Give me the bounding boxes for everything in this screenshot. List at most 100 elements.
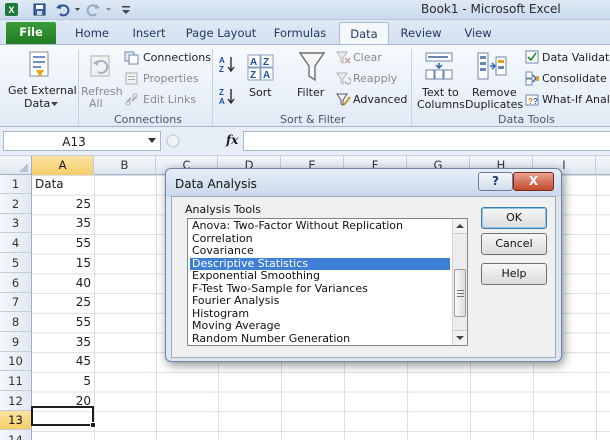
refresh-icon (90, 55, 110, 77)
cell-a11[interactable]: 5 (32, 372, 91, 391)
close-icon[interactable]: X (513, 172, 554, 191)
row-header-10[interactable]: 10 (0, 352, 31, 372)
save-icon[interactable] (32, 2, 47, 17)
row-header-8[interactable]: 8 (0, 313, 31, 332)
list-item-moving-average[interactable]: Moving Average (190, 319, 450, 333)
refresh-all-button[interactable]: Refresh All (81, 48, 123, 110)
tab-insert[interactable]: Insert (124, 24, 174, 44)
svg-text:Z: Z (219, 65, 224, 73)
filter-funnel-icon (298, 52, 326, 82)
reapply-icon (336, 72, 351, 85)
tab-data[interactable]: Data (339, 22, 389, 45)
column-header-b[interactable]: B (94, 156, 156, 175)
cell-a2[interactable]: 25 (32, 195, 91, 214)
sort-a-to-z-icon[interactable]: AZ (218, 55, 236, 73)
advanced-button[interactable]: Advanced (336, 92, 407, 108)
connections-button[interactable]: Connections (124, 50, 211, 66)
chevron-down-icon[interactable] (148, 138, 156, 143)
list-item-covariance[interactable]: Covariance (190, 244, 450, 258)
help-button[interactable]: Help (481, 263, 547, 285)
sort-button[interactable]: AZZA Sort (241, 48, 281, 110)
get-external-data-label-2: Data (24, 97, 51, 110)
text-to-columns-icon (425, 52, 453, 80)
grip-line (457, 293, 464, 294)
remove-duplicates-button[interactable]: Remove Duplicates (464, 48, 523, 111)
select-all-corner[interactable] (0, 156, 32, 175)
dialog-help-icon[interactable]: ? (478, 172, 513, 191)
row-header-9[interactable]: 9 (0, 333, 31, 352)
customize-qat-icon[interactable] (119, 2, 134, 17)
column-header-a[interactable]: A (32, 156, 94, 175)
row-header-13[interactable]: 13 (0, 411, 31, 431)
scroll-up-button[interactable] (453, 219, 467, 234)
what-if-analysis-button[interactable]: ?? What-If Analy (525, 92, 610, 108)
list-item-fourier-analysis[interactable]: Fourier Analysis (190, 294, 450, 308)
scroll-down-button[interactable] (453, 330, 467, 345)
tab-view[interactable]: View (455, 24, 501, 44)
grid-line (596, 175, 597, 440)
properties-button[interactable]: Properties (124, 71, 210, 87)
cell-a9[interactable]: 35 (32, 333, 91, 352)
row-header-5[interactable]: 5 (0, 254, 31, 273)
tab-formulas[interactable]: Formulas (268, 24, 332, 44)
sort-z-to-a-icon[interactable]: ZA (218, 87, 236, 105)
redo-dropdown-icon[interactable] (103, 2, 118, 17)
list-item-anova-two-factor[interactable]: Anova: Two-Factor Without Replication (190, 219, 450, 233)
formula-input[interactable] (243, 131, 610, 151)
row-header-2[interactable]: 2 (0, 195, 31, 214)
sort-dialog-icon: A ZZ A (247, 54, 274, 81)
dialog-title: Data Analysis (175, 177, 257, 191)
consolidate-button[interactable]: Consolidate (525, 71, 610, 87)
text-to-columns-button[interactable]: Text to Columns (416, 48, 465, 111)
svg-text:Z: Z (263, 57, 269, 68)
cell-a10[interactable]: 45 (32, 352, 91, 371)
excel-app-icon[interactable]: X (4, 2, 19, 17)
ribbon-separator (411, 49, 412, 125)
insert-function-icon[interactable]: fx (226, 133, 238, 147)
edit-links-button[interactable]: Edit Links (124, 92, 210, 108)
get-external-data-button[interactable]: Get External Data (2, 48, 77, 110)
cell-a6[interactable]: 40 (32, 274, 91, 293)
formula-bar-resize-icon[interactable] (166, 133, 180, 149)
row-header-7[interactable]: 7 (0, 293, 31, 313)
filter-button[interactable]: Filter (292, 48, 332, 110)
cell-a4[interactable]: 55 (32, 234, 91, 253)
clear-label: Clear (353, 51, 382, 64)
group-label-data-tools: Data Tools (498, 113, 555, 126)
row-header-4[interactable]: 4 (0, 234, 31, 254)
tab-home[interactable]: Home (68, 24, 116, 44)
row-header-12[interactable]: 12 (0, 392, 31, 411)
list-scrollbar[interactable] (452, 219, 467, 345)
analysis-tools-listbox[interactable]: Anova: Two-Factor Without Replication Co… (187, 218, 468, 346)
row-header-11[interactable]: 11 (0, 372, 31, 391)
undo-icon[interactable] (55, 2, 70, 17)
cell-a3[interactable]: 35 (32, 214, 91, 233)
undo-dropdown-icon[interactable] (72, 2, 87, 17)
window-title: Book1 - Microsoft Excel (421, 2, 561, 16)
grip-line (457, 290, 464, 291)
data-validation-button[interactable]: Data Validatio (525, 50, 610, 66)
fill-handle[interactable] (90, 422, 96, 428)
redo-icon[interactable] (86, 2, 101, 17)
dialog-title-bar[interactable]: Data Analysis ? X (166, 169, 561, 197)
cell-a5[interactable]: 15 (32, 254, 91, 273)
row-header-14[interactable]: 14 (0, 431, 31, 440)
list-item-exponential-smoothing[interactable]: Exponential Smoothing (190, 269, 450, 283)
cell-a8[interactable]: 55 (32, 313, 91, 332)
cancel-button[interactable]: Cancel (481, 233, 547, 255)
scroll-thumb[interactable] (454, 269, 466, 317)
row-header-6[interactable]: 6 (0, 274, 31, 293)
tab-file[interactable]: File (6, 22, 56, 44)
row-header-1[interactable]: 1 (0, 175, 31, 194)
name-box[interactable]: A13 (3, 131, 161, 151)
list-item-random-number-generation[interactable]: Random Number Generation (190, 332, 450, 346)
cell-a1[interactable]: Data (35, 175, 93, 194)
tab-review[interactable]: Review (393, 24, 449, 44)
tab-page-layout[interactable]: Page Layout (181, 24, 261, 44)
reapply-button[interactable]: Reapply (336, 71, 406, 87)
ok-button[interactable]: OK (481, 207, 547, 229)
cell-a7[interactable]: 25 (32, 293, 91, 312)
row-header-3[interactable]: 3 (0, 214, 31, 234)
clear-button[interactable]: Clear (336, 50, 406, 66)
ribbon-data: Get External Data Refresh All Connection… (0, 44, 610, 127)
